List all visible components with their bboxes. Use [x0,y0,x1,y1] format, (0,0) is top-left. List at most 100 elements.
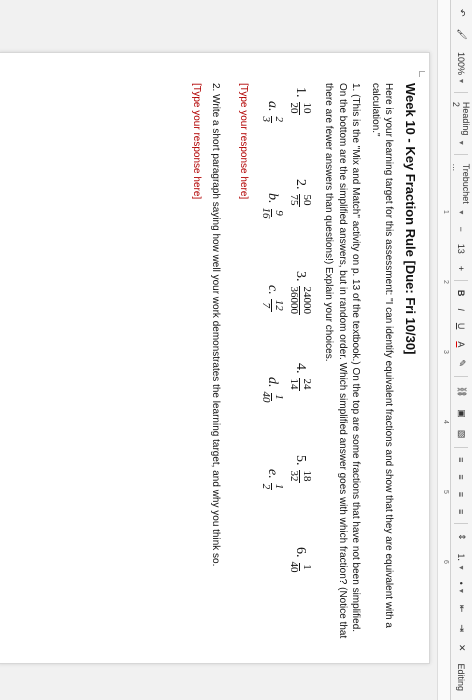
align-center-icon[interactable]: ≡ [456,471,468,482]
underline-button[interactable]: U [456,320,468,333]
toolbar-divider [454,92,469,93]
numbered-list-icon[interactable]: ⒈ [454,550,469,573]
top-fraction-1: 1. 10 20 [288,87,313,179]
item-label: e. [265,469,281,479]
align-right-icon[interactable]: ≡ [456,489,468,500]
fraction: 23 [260,115,285,123]
ruler-tick: 4 [442,420,449,424]
font-size-decrease[interactable]: − [456,223,468,234]
fraction: 1 40 [288,561,313,573]
answer-fraction-a: a. 2 3 [260,87,285,179]
item-label: c. [265,285,281,295]
align-justify-icon[interactable]: ≡ [456,506,468,517]
fraction-match-table: 1. 10 20 2. 50 75 3. 24000 36000 4. 24 14 5. 18 32… [258,87,314,639]
document-title: Week 10 - Key Fraction Rule [Due: Fri 10… [403,83,418,355]
toolbar-divider [454,279,469,281]
line-spacing-icon[interactable]: ⇕ [455,530,468,544]
ruler-tick: 3 [442,350,449,354]
top-fraction-2: 2. 50 75 [288,179,313,271]
ruler-tick: 5 [442,490,449,494]
answer-fraction-e: e. 1 2 [260,455,285,547]
question-2-text: 2. Write a short paragraph saying how we… [210,83,222,567]
screenshot-stage: ↶ 🖌 100% Heading 2 Trebuchet ... − 13 + … [0,0,472,700]
link-icon[interactable]: ⛓ [455,383,468,400]
numerator: 24 [299,377,313,391]
fraction: 9 16 [260,207,285,219]
document-page[interactable]: Week 10 - Key Fraction Rule [Due: Fri 10… [0,52,430,664]
formatting-toolbar: ↶ 🖌 100% Heading 2 Trebuchet ... − 13 + … [450,0,472,700]
font-size-increase[interactable]: + [456,263,468,274]
denominator: 75 [288,194,301,206]
style-select[interactable]: Heading 2 [451,99,472,148]
denominator: 16 [260,207,273,219]
editing-mode-button[interactable]: Editing [456,660,468,694]
bulleted-list-icon[interactable]: • [456,579,468,596]
document-body[interactable]: Week 10 - Key Fraction Rule [Due: Fri 10… [9,83,419,639]
fraction: 24000 36000 [288,285,313,315]
question-1-text: 1. (This is the "Mix and Match" activity… [323,83,362,639]
denominator: 32 [288,470,301,482]
item-label: 5. [293,455,309,466]
toolbar-divider [454,153,469,155]
font-select[interactable]: Trebuchet ... [451,161,472,218]
response-placeholder-1[interactable]: [Type your response here] [236,83,250,639]
fraction: 1 40 [260,391,285,403]
horizontal-ruler[interactable]: 1 2 3 4 5 6 [437,0,450,700]
italic-button[interactable]: I [456,305,468,314]
align-left-icon[interactable]: ≡ [456,454,468,465]
decrease-indent-icon[interactable]: ⇤ [455,602,468,616]
numerator: 1 [299,563,313,571]
top-fraction-4: 4. 24 14 [288,363,313,455]
denominator: 20 [288,102,301,114]
fraction: 12 [260,482,285,491]
learning-target-text: Here is your learning target for this as… [369,83,395,628]
text-color-button[interactable]: A [456,338,468,350]
clear-formatting-icon[interactable]: ✕ [455,641,468,655]
toolbar-divider [454,523,469,525]
image-icon[interactable]: ▧ [455,427,468,442]
top-fraction-3: 3. 24000 36000 [288,271,313,363]
item-label: 2. [293,179,309,190]
numerator: 2 [271,115,285,123]
highlight-icon[interactable]: ✎ [455,356,468,370]
ruler-tick: 6 [442,560,449,564]
denominator: 40 [260,391,273,403]
answer-fraction-d: d. 1 40 [260,363,285,455]
denominator: 40 [288,561,301,573]
fraction: 12 7 [260,298,285,312]
numerator: 18 [299,469,313,483]
ruler-tick: 1 [442,210,449,214]
numerator: 1 [271,482,285,491]
document-editor: ↶ 🖌 100% Heading 2 Trebuchet ... − 13 + … [0,0,472,700]
item-label: d. [265,377,281,388]
numerator: 10 [299,101,313,115]
ruler-tick: 2 [442,280,449,284]
denominator: 36000 [288,286,301,315]
paint-format-icon[interactable]: 🖌 [455,26,468,43]
item-label: 4. [293,363,309,374]
zoom-select[interactable]: 100% [456,49,468,86]
top-fraction-5: 5. 18 32 [288,455,313,547]
fraction: 18 32 [288,469,313,483]
fraction: 10 20 [288,101,313,115]
item-label: 6. [293,547,309,558]
numerator: 24000 [299,285,313,315]
toolbar-divider [454,375,469,377]
denominator: 7 [260,302,273,308]
undo-icon[interactable]: ↶ [455,6,468,20]
fraction: 24 14 [288,377,313,391]
denominator: 14 [288,378,301,390]
denominator: 3 [260,116,273,123]
answer-fraction-b: b. 9 16 [260,179,285,271]
item-label: 1. [293,87,309,98]
font-size-field[interactable]: 13 [456,241,468,257]
comment-icon[interactable]: ▣ [455,406,468,421]
numerator: 1 [271,393,285,401]
bold-button[interactable]: B [456,287,468,300]
increase-indent-icon[interactable]: ⇥ [455,621,468,635]
response-placeholder-2[interactable]: [Type your response here] [189,83,203,639]
fraction: 50 75 [288,193,313,207]
item-label: a. [265,101,281,112]
numerator: 50 [299,193,313,207]
answer-fraction-c: c. 12 7 [260,271,285,363]
